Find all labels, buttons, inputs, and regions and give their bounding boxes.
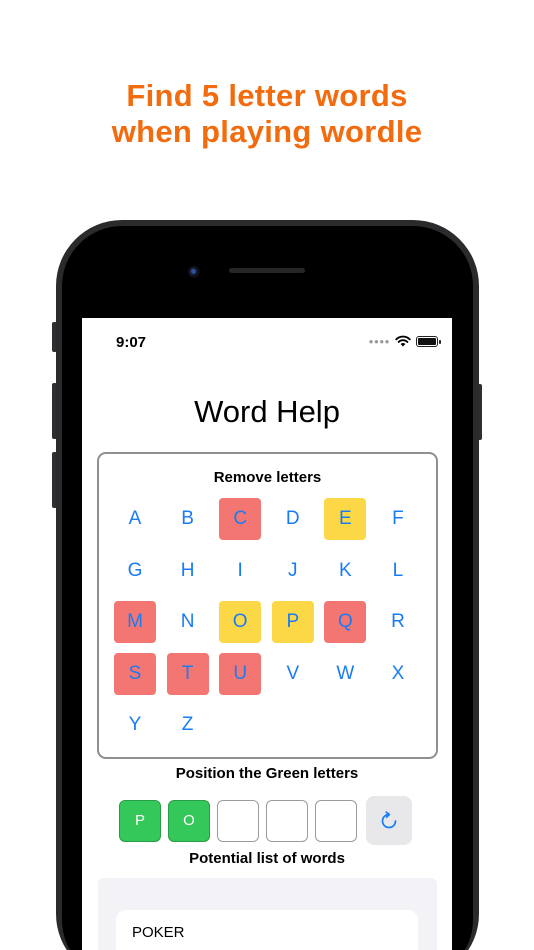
letter-key-e[interactable]: E	[324, 498, 367, 540]
green-letters-label: Position the Green letters	[175, 765, 359, 782]
letter-key-s[interactable]: S	[114, 652, 156, 695]
green-slot-3[interactable]	[217, 799, 259, 842]
letter-key-a[interactable]: A	[114, 498, 156, 540]
letter-key-j[interactable]: J	[272, 550, 314, 592]
word-list: POKER	[98, 878, 437, 950]
green-letter-slots: PO	[119, 796, 412, 845]
refresh-icon	[381, 810, 397, 828]
list-item[interactable]: POKER	[116, 910, 418, 950]
status-time: 9:07	[116, 334, 147, 351]
letter-key-n[interactable]: N	[167, 601, 209, 643]
letter-key-w[interactable]: W	[324, 653, 366, 695]
letter-key-d[interactable]: D	[272, 498, 314, 540]
green-slot-4[interactable]	[266, 799, 308, 842]
earpiece-speaker	[229, 268, 305, 273]
letter-key-i[interactable]: I	[219, 550, 261, 592]
reset-button[interactable]	[366, 796, 412, 845]
letter-key-f[interactable]: F	[377, 498, 419, 540]
letter-key-z[interactable]: Z	[167, 704, 209, 746]
wifi-icon	[395, 335, 411, 347]
green-slot-2[interactable]: O	[168, 799, 210, 842]
letter-key-u[interactable]: U	[219, 652, 262, 695]
letter-key-p[interactable]: P	[271, 601, 314, 644]
promo-line-1: Find 5 letter words	[126, 78, 408, 113]
letter-key-g[interactable]: G	[114, 550, 156, 592]
letters-grid: ABCDEF GHIJKL MNOPQR STUVWX YZ	[114, 498, 419, 746]
remove-letters-label: Remove letters	[213, 469, 322, 486]
letter-key-m[interactable]: M	[114, 601, 156, 644]
letter-key-q[interactable]: Q	[324, 601, 367, 644]
front-camera	[188, 266, 200, 278]
green-slot-1[interactable]: P	[119, 799, 161, 842]
letter-key-b[interactable]: B	[167, 498, 209, 540]
signal-icon: ●●●●	[368, 336, 390, 346]
word-list-label: Potential list of words	[189, 850, 345, 867]
page-title: Word Help	[194, 394, 340, 429]
promo-headline: Find 5 letter words when playing wordle	[0, 78, 534, 150]
letter-key-l[interactable]: L	[377, 550, 419, 592]
letter-key-y[interactable]: Y	[114, 704, 156, 746]
letter-key-o[interactable]: O	[219, 601, 262, 644]
word-text: POKER	[132, 924, 185, 941]
battery-icon	[416, 335, 441, 347]
remove-letters-panel: Remove letters ABCDEF GHIJKL MNOPQR STUVWX Y…	[97, 452, 438, 759]
app-screen: 9:07 ●●●● Word Help Remove letters ABCDE…	[82, 318, 452, 950]
letter-key-x[interactable]: X	[377, 653, 419, 695]
letter-key-r[interactable]: R	[377, 601, 419, 643]
letter-key-v[interactable]: V	[272, 653, 314, 695]
letter-key-h[interactable]: H	[167, 550, 209, 592]
letter-key-k[interactable]: K	[324, 550, 366, 592]
letter-key-t[interactable]: T	[166, 652, 209, 695]
status-icons: ●●●●	[368, 335, 441, 347]
promo-line-2: when playing wordle	[111, 114, 423, 149]
letter-key-c[interactable]: C	[219, 498, 262, 540]
green-slot-5[interactable]	[315, 799, 357, 842]
